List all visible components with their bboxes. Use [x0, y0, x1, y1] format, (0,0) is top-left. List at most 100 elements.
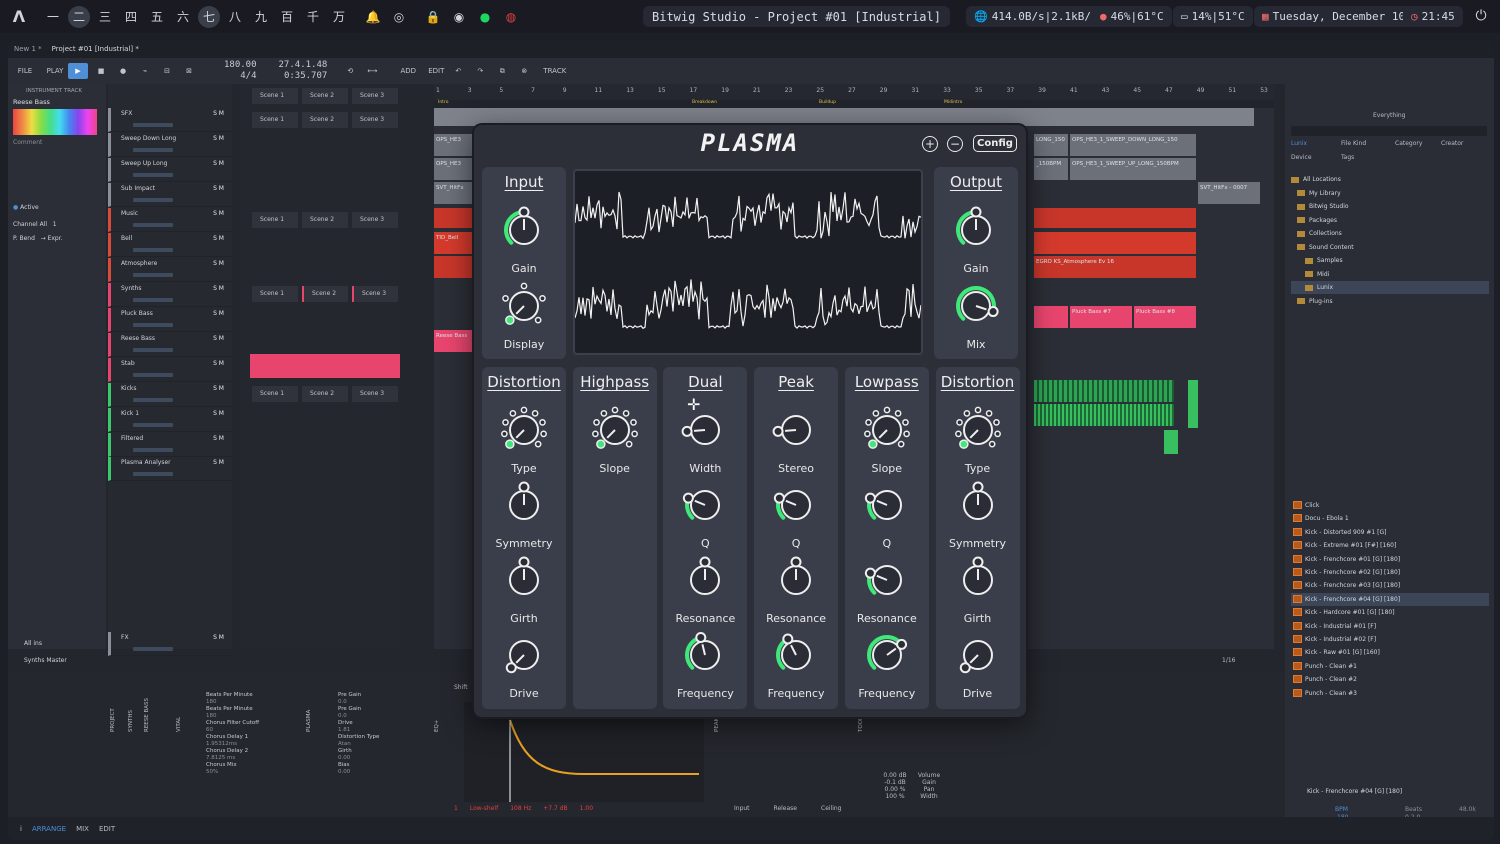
track-row[interactable]: Plasma Analyser S M: [108, 457, 232, 481]
track-row[interactable]: Sub Impact S M: [108, 183, 232, 207]
workspace-12[interactable]: 万: [328, 6, 350, 28]
volume-fader[interactable]: [133, 323, 173, 327]
volume-fader[interactable]: [133, 472, 173, 476]
marker-breakdown[interactable]: Breakdown: [692, 100, 717, 105]
bell-icon[interactable]: 🔔: [362, 6, 384, 28]
scene-3-b[interactable]: Scene 3: [352, 112, 398, 128]
clip-reese[interactable]: Reese Bass: [434, 330, 474, 352]
track-row[interactable]: Sweep Down Long S M: [108, 133, 232, 157]
input-display-knob[interactable]: Display: [489, 277, 559, 351]
loop-icon[interactable]: ⟲: [341, 63, 359, 79]
clip-bell-r[interactable]: [1034, 232, 1196, 254]
param-value[interactable]: 50%: [206, 769, 292, 776]
clip-sweep-up[interactable]: OPS_HE3_1_SWEEP_UP_LONG_150BPM: [1070, 158, 1196, 180]
browser-file-item[interactable]: Kick - Industrial #01 [F]: [1291, 620, 1489, 633]
clip-bell[interactable]: TID_Bell: [434, 232, 474, 254]
solo-mute-buttons[interactable]: S M: [213, 210, 224, 217]
solo-mute-buttons[interactable]: S M: [213, 235, 224, 242]
volume-fader[interactable]: [133, 273, 173, 277]
punch-icon[interactable]: ⟷: [363, 63, 381, 79]
tool-param[interactable]: 0.00 %: [878, 786, 912, 793]
scene-1-c[interactable]: Scene 1: [252, 212, 298, 228]
q-knob[interactable]: Q: [670, 476, 740, 550]
eq-band-param[interactable]: 1.00: [580, 805, 593, 812]
tool-param[interactable]: 100 %: [878, 793, 912, 800]
param-value[interactable]: 1.95312ms: [206, 741, 292, 748]
frequency-knob[interactable]: Frequency: [852, 626, 922, 700]
frequency-knob[interactable]: Frequency: [670, 626, 740, 700]
solo-mute-buttons[interactable]: S M: [213, 435, 224, 442]
browser-everything[interactable]: Everything: [1373, 112, 1405, 119]
workspace-2[interactable]: 二: [68, 5, 90, 28]
tab-new-1[interactable]: New 1 *: [14, 45, 42, 53]
volume-fader[interactable]: [133, 223, 173, 227]
track-row[interactable]: Music S M: [108, 208, 232, 232]
type-knob[interactable]: Type: [489, 401, 559, 475]
track-button[interactable]: TRACK: [543, 63, 566, 79]
device-title-vertical[interactable]: PROJECT: [110, 708, 116, 732]
browser-location[interactable]: Packages: [1291, 214, 1489, 227]
timeline-ruler[interactable]: 1 3 5 7 9 11 13 15 17 19 21 23 25 27 29 31 33 35 37 39 41 43 4…: [434, 84, 1274, 100]
device-title-vertical[interactable]: VITAL: [176, 717, 182, 732]
clip-svt[interactable]: SVT_HitFx: [434, 182, 474, 204]
browser-file-item[interactable]: Kick - Frenchcore #02 [G] [180]: [1291, 566, 1489, 579]
track-row[interactable]: Sweep Up Long S M: [108, 158, 232, 182]
clip-sfx[interactable]: [434, 108, 1254, 126]
position-display[interactable]: 27.4.1.48 0:35.707: [279, 60, 328, 82]
track-row[interactable]: Synths S M: [108, 283, 232, 307]
solo-mute-buttons[interactable]: S M: [213, 385, 224, 392]
power-icon[interactable]: ⏻: [1470, 5, 1492, 27]
browser-location[interactable]: Samples: [1291, 254, 1489, 267]
param-value[interactable]: 1.81: [338, 727, 424, 734]
param-value[interactable]: 0.00: [338, 755, 424, 762]
track-row[interactable]: Bell S M: [108, 233, 232, 257]
eq-shift-label[interactable]: Shift: [454, 684, 468, 691]
solo-mute-buttons[interactable]: S M: [213, 185, 224, 192]
marker-buildup[interactable]: Buildup: [819, 100, 836, 105]
resonance-knob[interactable]: Resonance: [852, 551, 922, 625]
browser-location[interactable]: My Library: [1291, 187, 1489, 200]
browser-location[interactable]: Collections: [1291, 227, 1489, 240]
browser-file-item[interactable]: Click: [1291, 499, 1489, 512]
output-gain-knob[interactable]: Gain: [941, 201, 1011, 275]
param-value[interactable]: 180: [206, 713, 292, 720]
discord-icon[interactable]: ◎: [388, 6, 410, 28]
tab-project-01[interactable]: Project #01 [Industrial] *: [52, 45, 139, 53]
browser-location[interactable]: All Locations: [1291, 173, 1489, 186]
clip-pluck2[interactable]: Pluck Bass #8: [1134, 306, 1196, 328]
resonance-knob[interactable]: Resonance: [670, 551, 740, 625]
marker-midintro[interactable]: Midintro: [944, 100, 962, 105]
clip-atmos[interactable]: EGRO KS_Atmosphere Ev 16: [1034, 256, 1196, 278]
browser-filter-tab[interactable]: Category: [1395, 140, 1422, 147]
plus-button[interactable]: +: [922, 136, 938, 152]
tool-param[interactable]: 0.00 dB: [878, 772, 912, 779]
volume-fader[interactable]: [133, 647, 173, 651]
q-knob[interactable]: Q: [761, 476, 831, 550]
workspace-7[interactable]: 七: [198, 5, 220, 28]
solo-mute-buttons[interactable]: S M: [213, 135, 224, 142]
symmetry-knob[interactable]: Symmetry: [943, 476, 1013, 550]
vpn-icon[interactable]: ◍: [500, 6, 522, 28]
solo-mute-buttons[interactable]: S M: [213, 410, 224, 417]
clip-pluck[interactable]: Pluck Bass #7: [1070, 306, 1132, 328]
volume-fader[interactable]: [133, 373, 173, 377]
browser-file-item[interactable]: Punch - Clean #2: [1291, 673, 1489, 686]
workspace-11[interactable]: 千: [302, 6, 324, 28]
browser-file-item[interactable]: Kick - Frenchcore #01 [G] [180]: [1291, 553, 1489, 566]
scene-2-e[interactable]: Scene 2: [302, 386, 348, 402]
param-value[interactable]: 180: [206, 699, 292, 706]
solo-mute-buttons[interactable]: S M: [213, 360, 224, 367]
clip-music[interactable]: [434, 208, 474, 228]
device-title-vertical[interactable]: TOOL: [858, 717, 864, 732]
channel-row[interactable]: Channel All 1: [13, 221, 57, 228]
browser-filter-tab[interactable]: Device: [1291, 154, 1312, 161]
clip-pluck-l[interactable]: [1034, 306, 1068, 328]
slope-knob[interactable]: Slope: [580, 401, 650, 475]
eq-band-param[interactable]: Low-shelf: [470, 805, 498, 812]
track-row[interactable]: FX S M: [108, 632, 232, 656]
volume-fader[interactable]: [133, 398, 173, 402]
scene-3-d[interactable]: Scene 3: [352, 286, 398, 302]
inspector-track-name[interactable]: Reese Bass: [8, 94, 106, 106]
synths-master-label[interactable]: Synths Master: [24, 657, 67, 664]
delete-icon[interactable]: ⊗: [515, 63, 533, 79]
